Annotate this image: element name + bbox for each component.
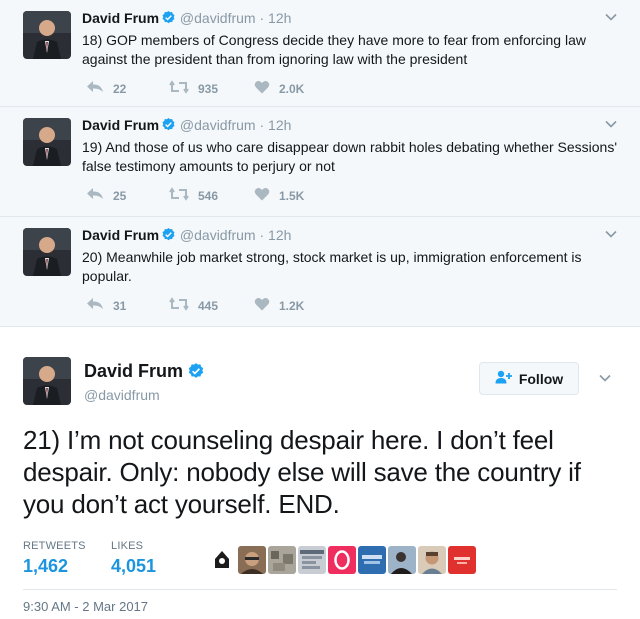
thread-tweet-20[interactable]: David Frum @davidfrum · 12h 20) Meanwhil… bbox=[0, 217, 640, 327]
retweet-count: 935 bbox=[198, 81, 219, 96]
like-button[interactable]: 1.2K bbox=[254, 297, 304, 314]
author-name[interactable]: David Frum bbox=[82, 10, 159, 26]
retweets-stat[interactable]: RETWEETS 1,462 bbox=[23, 540, 86, 577]
tweet-time[interactable]: 12h bbox=[268, 10, 291, 26]
likes-value: 4,051 bbox=[111, 556, 157, 576]
author-name-row: David Frum bbox=[84, 361, 205, 385]
reply-icon bbox=[86, 80, 104, 97]
verified-badge-icon bbox=[187, 362, 205, 385]
reply-count: 22 bbox=[113, 81, 127, 96]
follow-user-icon bbox=[495, 370, 513, 387]
retweet-button[interactable]: 546 bbox=[169, 187, 218, 204]
avatar[interactable] bbox=[23, 11, 71, 59]
author-handle[interactable]: @davidfrum bbox=[84, 387, 160, 403]
retweet-icon bbox=[169, 80, 189, 97]
avatar[interactable] bbox=[23, 357, 71, 405]
thread-tweet-18[interactable]: David Frum @davidfrum · 12h 18) GOP memb… bbox=[0, 0, 640, 107]
liker-avatar[interactable] bbox=[418, 546, 446, 574]
heart-icon bbox=[254, 297, 270, 314]
chevron-down-icon[interactable] bbox=[604, 10, 618, 29]
retweet-icon bbox=[169, 297, 189, 314]
like-button[interactable]: 2.0K bbox=[254, 80, 304, 97]
liker-avatar[interactable] bbox=[358, 546, 386, 574]
separator-dot: · bbox=[259, 117, 265, 133]
retweets-value: 1,462 bbox=[23, 556, 69, 576]
tweet-time[interactable]: 12h bbox=[268, 117, 291, 133]
chevron-down-icon[interactable] bbox=[598, 371, 612, 390]
divider bbox=[23, 589, 617, 590]
reply-icon bbox=[86, 187, 104, 204]
verified-badge-icon bbox=[161, 10, 176, 28]
liker-avatar[interactable] bbox=[268, 546, 296, 574]
retweets-label: RETWEETS bbox=[23, 540, 86, 552]
retweet-count: 546 bbox=[198, 188, 219, 203]
avatar[interactable] bbox=[23, 118, 71, 166]
author-handle[interactable]: @davidfrum bbox=[180, 227, 256, 243]
like-count: 2.0K bbox=[279, 81, 305, 96]
like-count: 1.2K bbox=[279, 298, 305, 313]
retweet-count: 445 bbox=[198, 298, 219, 313]
thread-tweet-19[interactable]: David Frum @davidfrum · 12h 19) And thos… bbox=[0, 107, 640, 217]
liker-avatar[interactable] bbox=[238, 546, 266, 574]
liker-avatar[interactable] bbox=[448, 546, 476, 574]
author-name[interactable]: David Frum bbox=[84, 361, 183, 381]
reply-button[interactable]: 22 bbox=[86, 80, 126, 97]
tweet-timestamp[interactable]: 9:30 AM - 2 Mar 2017 bbox=[23, 599, 148, 614]
avatar[interactable] bbox=[23, 228, 71, 276]
chevron-down-icon[interactable] bbox=[604, 117, 618, 136]
heart-icon bbox=[254, 80, 270, 97]
liker-avatar[interactable] bbox=[298, 546, 326, 574]
author-handle[interactable]: @davidfrum bbox=[180, 117, 256, 133]
likes-label: LIKES bbox=[111, 540, 144, 552]
separator-dot: · bbox=[259, 10, 265, 26]
retweet-button[interactable]: 935 bbox=[169, 80, 218, 97]
tweet-header: David Frum @davidfrum · 12h bbox=[82, 117, 291, 135]
chevron-down-icon[interactable] bbox=[604, 227, 618, 246]
retweet-button[interactable]: 445 bbox=[169, 297, 218, 314]
likes-stat[interactable]: LIKES 4,051 bbox=[111, 540, 156, 577]
separator-dot: · bbox=[259, 227, 265, 243]
author-name[interactable]: David Frum bbox=[82, 117, 159, 133]
retweet-icon bbox=[169, 187, 189, 204]
verified-badge-icon bbox=[161, 117, 176, 135]
author-handle[interactable]: @davidfrum bbox=[180, 10, 256, 26]
reply-button[interactable]: 25 bbox=[86, 187, 126, 204]
liker-avatar[interactable] bbox=[208, 546, 236, 574]
like-button[interactable]: 1.5K bbox=[254, 187, 304, 204]
reply-count: 25 bbox=[113, 188, 127, 203]
reply-icon bbox=[86, 297, 104, 314]
verified-badge-icon bbox=[161, 227, 176, 245]
follow-button[interactable]: Follow bbox=[479, 362, 579, 395]
thread-list: David Frum @davidfrum · 12h 18) GOP memb… bbox=[0, 0, 640, 327]
tweet-text: 20) Meanwhile job market strong, stock m… bbox=[82, 249, 582, 284]
tweet-header: David Frum @davidfrum · 12h bbox=[82, 227, 291, 245]
tweet-time[interactable]: 12h bbox=[268, 227, 291, 243]
liker-avatar[interactable] bbox=[388, 546, 416, 574]
tweet-text: 18) GOP members of Congress decide they … bbox=[82, 32, 586, 67]
tweet-header: David Frum @davidfrum · 12h bbox=[82, 10, 291, 28]
tweet-text: 19) And those of us who care disappear d… bbox=[82, 139, 618, 174]
liker-avatar[interactable] bbox=[328, 546, 356, 574]
follow-label: Follow bbox=[518, 370, 564, 387]
main-tweet: David Frum @davidfrum Follow 21) I’m not… bbox=[0, 327, 640, 617]
main-tweet-text: 21) I’m not counseling despair here. I d… bbox=[23, 425, 581, 519]
heart-icon bbox=[254, 187, 270, 204]
reply-button[interactable]: 31 bbox=[86, 297, 126, 314]
author-name[interactable]: David Frum bbox=[82, 227, 159, 243]
like-count: 1.5K bbox=[279, 188, 305, 203]
likers-avatars bbox=[208, 546, 476, 574]
reply-count: 31 bbox=[113, 298, 127, 313]
